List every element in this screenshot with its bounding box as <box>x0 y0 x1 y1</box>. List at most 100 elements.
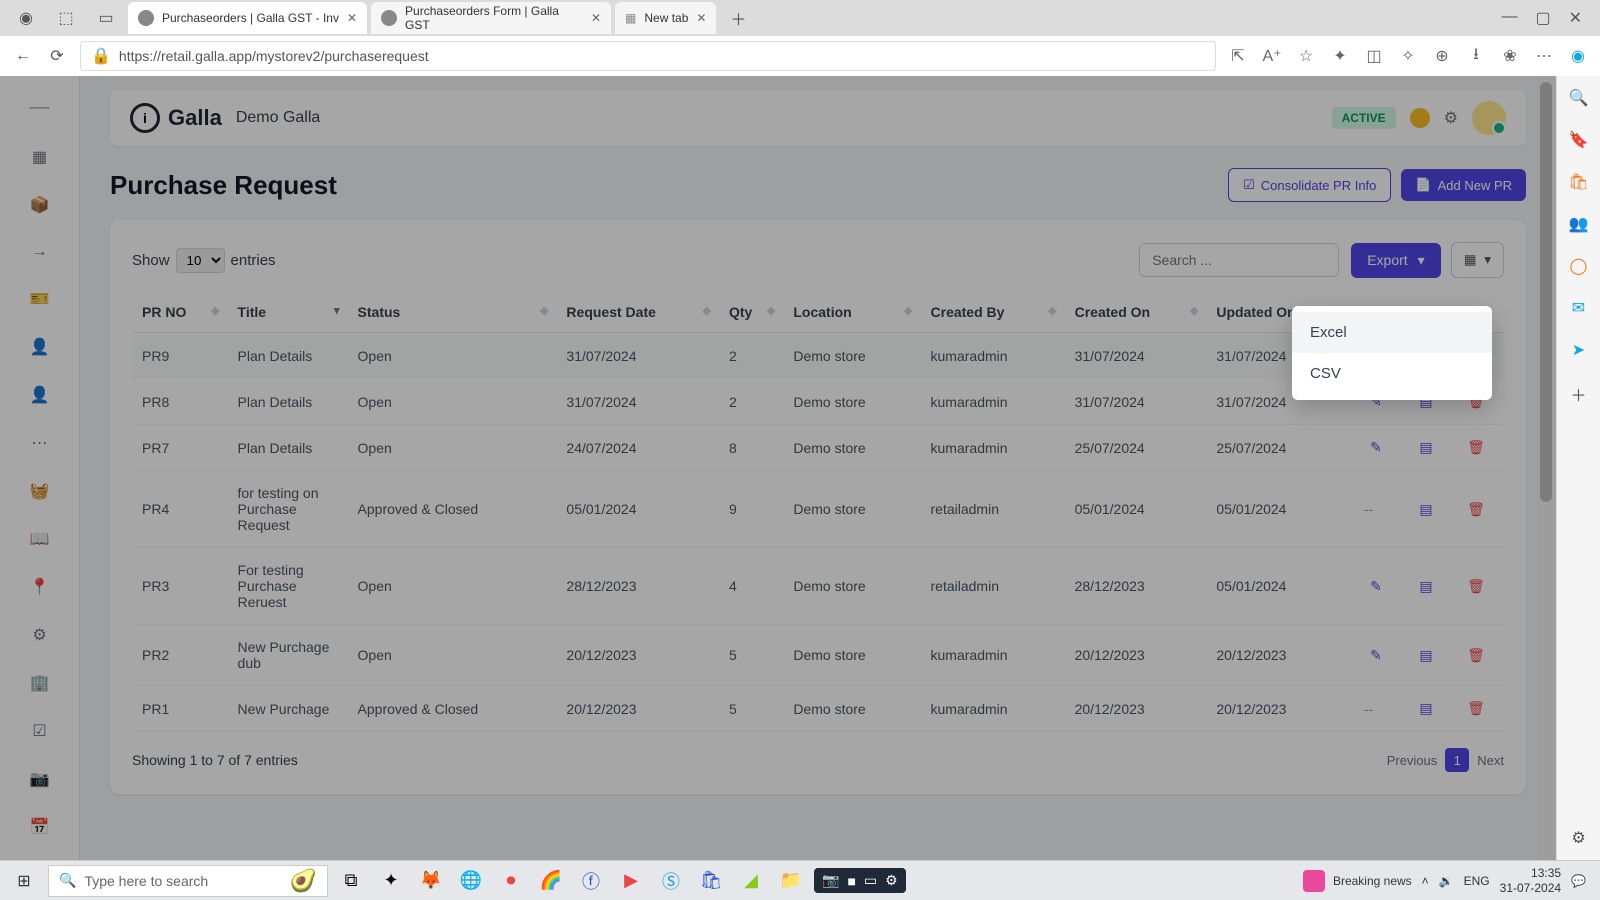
view-icon[interactable]: ▤ <box>1414 501 1438 518</box>
menu-icon[interactable]: ⋯ <box>1534 46 1554 66</box>
edit-icon[interactable]: ✎ <box>1364 647 1388 664</box>
basket-icon[interactable]: 🧺 <box>30 481 50 501</box>
add-pr-button[interactable]: 📄 Add New PR <box>1401 169 1526 201</box>
copilot-tb-icon[interactable]: ✦ <box>374 865 408 897</box>
open-external-icon[interactable]: ⇱ <box>1228 46 1248 66</box>
scroll-thumb[interactable] <box>1540 82 1552 502</box>
lang-indicator[interactable]: ENG <box>1464 874 1490 888</box>
search-icon[interactable]: 🔍 <box>1569 88 1589 108</box>
view-icon[interactable]: ▤ <box>1414 700 1438 717</box>
favorite-icon[interactable]: ☆ <box>1296 46 1316 66</box>
profile-icon[interactable]: ◉ <box>14 6 38 30</box>
close-icon[interactable]: ✕ <box>347 11 357 25</box>
news-widget[interactable]: Breaking news <box>1303 870 1412 892</box>
delete-icon[interactable]: 🗑 <box>1464 501 1488 518</box>
split-icon[interactable]: ◫ <box>1364 46 1384 66</box>
minimize-button[interactable]: — <box>1501 8 1517 28</box>
calendar-icon[interactable]: 📅 <box>30 817 50 837</box>
task-view-icon[interactable]: ⧉ <box>334 865 368 897</box>
view-icon[interactable]: ▤ <box>1414 647 1438 664</box>
more-icon[interactable]: ⋯ <box>32 433 48 453</box>
shopping-icon[interactable]: 🛍 <box>1568 172 1588 192</box>
skype-icon[interactable]: Ⓢ <box>654 865 688 897</box>
edit-icon[interactable]: ✎ <box>1364 439 1388 456</box>
dashboard-icon[interactable]: ▦ <box>32 147 47 167</box>
xbox-bar[interactable]: 📷 ■ ▭ ⚙ <box>814 868 906 893</box>
col-title[interactable]: Title▾ <box>228 292 348 333</box>
tab-actions-icon[interactable]: ▭ <box>94 6 118 30</box>
avatar[interactable] <box>1472 101 1506 135</box>
next-button[interactable]: Next <box>1477 753 1504 768</box>
check-icon[interactable]: ☑ <box>32 721 46 741</box>
col-location[interactable]: Location◆ <box>783 292 920 333</box>
user2-icon[interactable]: 👤 <box>30 385 50 405</box>
firefox-icon[interactable]: 🦊 <box>414 865 448 897</box>
downloads-icon[interactable]: ⭳ <box>1466 43 1486 70</box>
edit-icon[interactable]: ✎ <box>1364 578 1388 595</box>
page-number[interactable]: 1 <box>1445 748 1469 772</box>
tab-2[interactable]: Purchaseorders Form | Galla GST ✕ <box>371 2 611 34</box>
sound-icon[interactable]: 🔉 <box>1439 874 1454 888</box>
taskbar-search[interactable]: 🔍 Type here to search 🥑 <box>48 865 328 897</box>
view-icon[interactable]: ▤ <box>1414 578 1438 595</box>
book-icon[interactable]: 📖 <box>30 529 50 549</box>
tab-3[interactable]: ▦ New tab ✕ <box>615 2 716 34</box>
extensions-icon[interactable]: ✦ <box>1330 46 1350 66</box>
send-icon[interactable]: ➤ <box>1572 340 1585 360</box>
export-button[interactable]: Export ▾ <box>1351 243 1441 278</box>
close-icon[interactable]: ✕ <box>591 11 601 25</box>
col-createdby[interactable]: Created By◆ <box>921 292 1065 333</box>
outlook-icon[interactable]: ✉ <box>1572 298 1585 318</box>
youtube-icon[interactable]: ▶ <box>614 865 648 897</box>
consolidate-button[interactable]: ☑ Consolidate PR Info <box>1228 168 1391 202</box>
package-icon[interactable]: 📦 <box>30 195 50 215</box>
copilot-icon[interactable]: ◉ <box>1568 46 1588 66</box>
delete-icon[interactable]: 🗑 <box>1464 700 1488 717</box>
tag-icon[interactable]: 🔖 <box>1569 130 1589 150</box>
start-button[interactable]: ⊞ <box>6 865 42 897</box>
search-input[interactable] <box>1139 243 1339 277</box>
entries-select[interactable]: 10 <box>176 248 225 273</box>
collapse-icon[interactable]: — <box>30 96 50 119</box>
col-createdon[interactable]: Created On◆ <box>1065 292 1207 333</box>
notifications-icon[interactable]: 💬 <box>1571 874 1586 888</box>
gear-icon[interactable]: ⚙ <box>1444 108 1458 128</box>
col-reqdate[interactable]: Request Date◆ <box>556 292 719 333</box>
camera-icon[interactable]: 📷 <box>30 769 50 789</box>
prev-button[interactable]: Previous <box>1387 753 1438 768</box>
delete-icon[interactable]: 🗑 <box>1464 439 1488 456</box>
maximize-button[interactable]: ▢ <box>1535 8 1550 28</box>
user-icon[interactable]: 👤 <box>30 337 50 357</box>
tray-chevron-icon[interactable]: ˄ <box>1422 874 1429 888</box>
view-icon[interactable]: ▤ <box>1414 439 1438 456</box>
back-button[interactable]: ← <box>12 47 34 65</box>
store-icon[interactable]: 🛍 <box>694 865 728 897</box>
edge-icon[interactable]: 🌐 <box>454 865 488 897</box>
new-tab-button[interactable]: ＋ <box>726 6 750 30</box>
address-bar[interactable]: 🔒 https://retail.galla.app/mystorev2/pur… <box>80 41 1216 71</box>
read-aloud-icon[interactable]: A⁺ <box>1262 46 1282 66</box>
coin-icon[interactable] <box>1410 108 1430 128</box>
office-icon[interactable]: ◯ <box>1570 256 1588 276</box>
explorer-icon[interactable]: 📁 <box>774 865 808 897</box>
record-icon[interactable]: ⏺ <box>494 865 528 897</box>
collections-icon[interactable]: ✧ <box>1398 46 1418 66</box>
chrome-icon[interactable]: 🌈 <box>534 865 568 897</box>
clock[interactable]: 13:35 31-07-2024 <box>1500 866 1561 895</box>
col-qty[interactable]: Qty◆ <box>719 292 783 333</box>
export-excel-option[interactable]: Excel <box>1292 312 1492 353</box>
tab-1[interactable]: Purchaseorders | Galla GST - Inv ✕ <box>128 2 367 34</box>
app-icon[interactable]: ◢ <box>734 865 768 897</box>
settings-icon[interactable]: ⚙ <box>32 625 46 645</box>
location-icon[interactable]: 📍 <box>30 577 50 597</box>
ticket-icon[interactable]: 🎫 <box>30 289 50 309</box>
close-window-button[interactable]: ✕ <box>1569 8 1582 28</box>
col-status[interactable]: Status◆ <box>348 292 557 333</box>
scrollbar[interactable] <box>1538 76 1554 860</box>
people-icon[interactable]: 👥 <box>1569 214 1589 234</box>
workspaces-icon[interactable]: ⬚ <box>54 6 78 30</box>
building-icon[interactable]: 🏢 <box>30 673 50 693</box>
arrow-icon[interactable]: → <box>32 243 48 261</box>
plus-icon[interactable]: ＋ <box>1570 382 1586 406</box>
col-prno[interactable]: PR NO◆ <box>132 292 228 333</box>
